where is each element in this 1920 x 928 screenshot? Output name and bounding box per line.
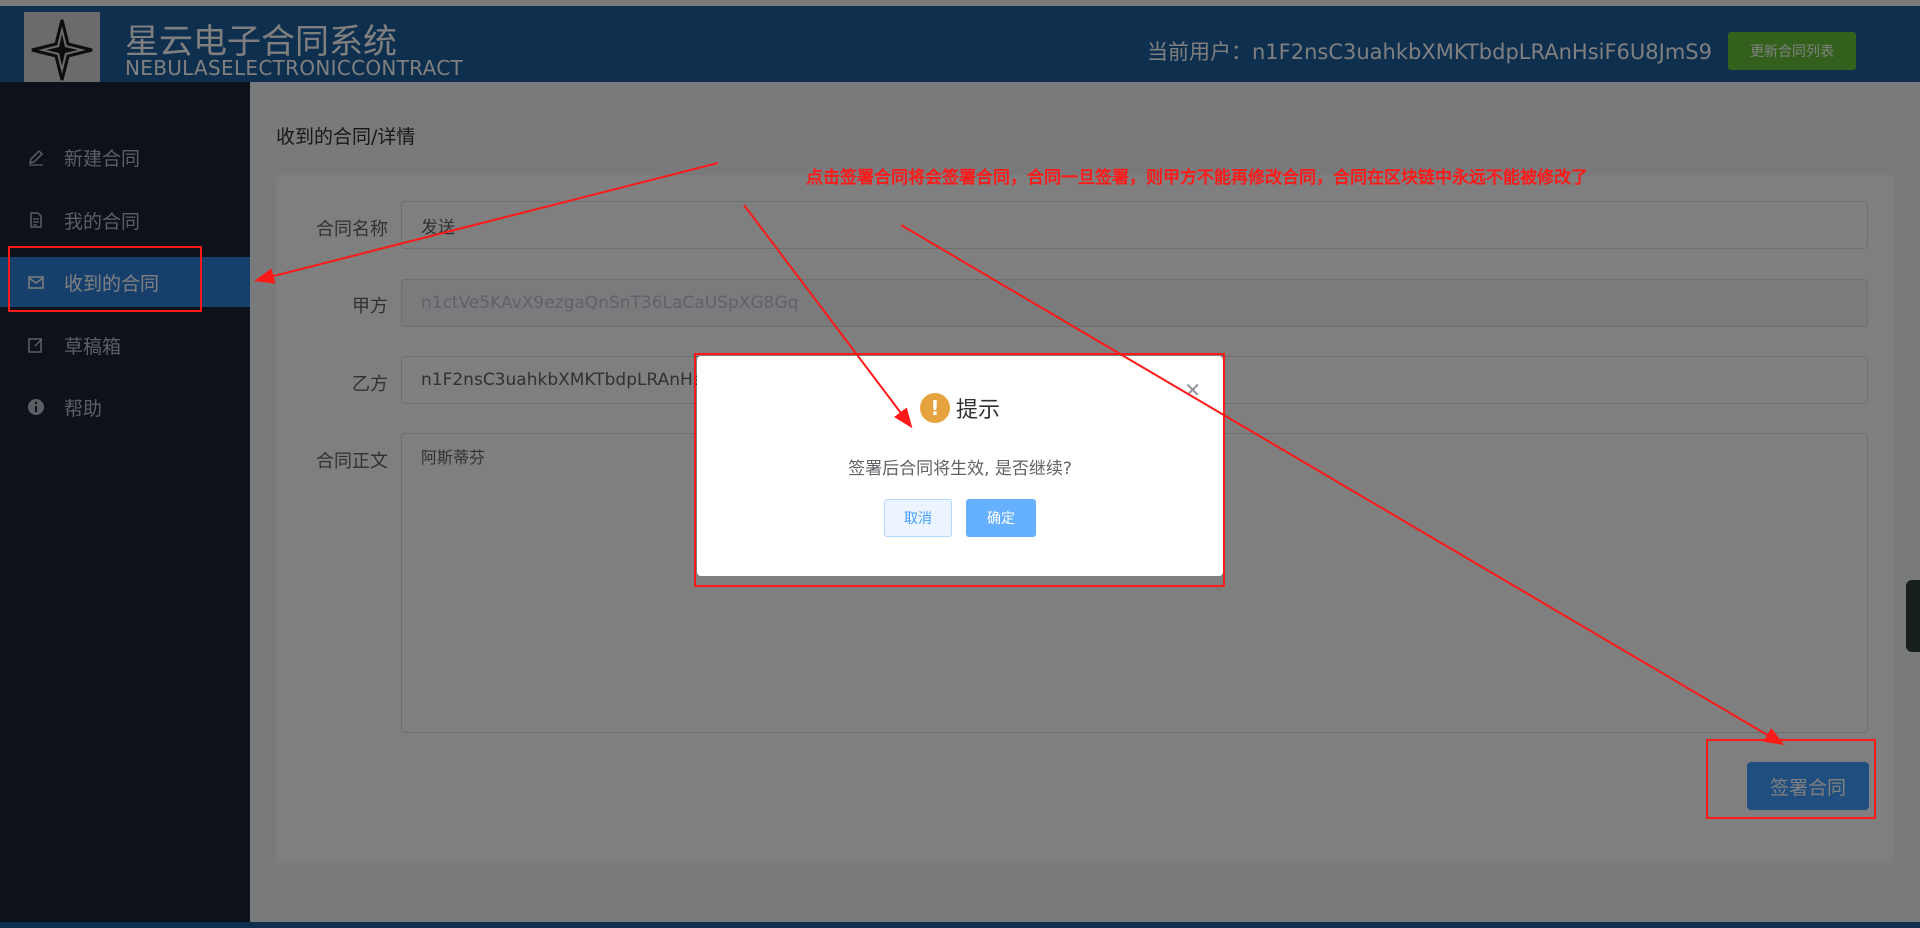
annotation-arrow-sign-button bbox=[900, 224, 1785, 746]
annotation-box-dialog bbox=[694, 353, 1225, 587]
annotation-overlay bbox=[8, 162, 1876, 819]
annotation-arrow-sidebar bbox=[254, 162, 719, 284]
annotation-arrow-dialog bbox=[743, 204, 913, 429]
annotation-box-sign-button bbox=[1706, 739, 1876, 819]
annotation-text: 点击签署合同将会签署合同，合同一旦签署，则甲方不能再修改合同，合同在区块链中永远… bbox=[806, 168, 1588, 188]
annotation-box-sidebar bbox=[8, 246, 202, 312]
